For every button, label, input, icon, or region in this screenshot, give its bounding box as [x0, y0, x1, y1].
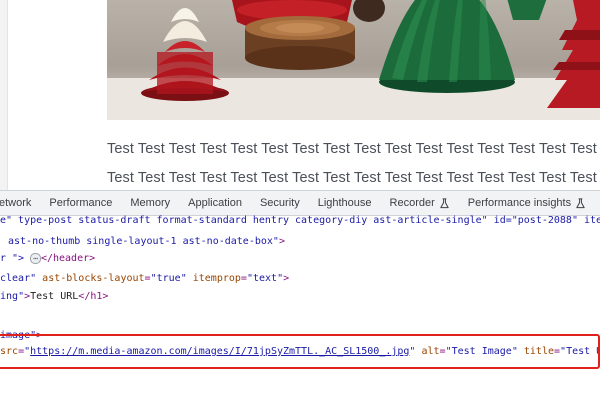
dom-node-img[interactable]: src="https://m.media-amazon.com/images/I… — [0, 343, 600, 361]
class-value: ast-no-thumb single-layout-1 ast-no-date… — [8, 236, 273, 247]
attr-tail: r "> — [0, 253, 25, 264]
attr-value: true — [156, 273, 181, 284]
attr-name: title — [523, 346, 554, 357]
dom-node-article[interactable]: e" type-post status-draft format-standar… — [0, 212, 600, 230]
dom-node-h1[interactable]: ing">Test URL</h1> — [0, 288, 600, 306]
elements-dom-tree: e" type-post status-draft format-standar… — [0, 215, 600, 401]
attr-name: src — [0, 346, 19, 357]
content-text-line: Test Test Test Test Test Test Test Test … — [107, 170, 597, 186]
attr-name: ast-blocks-layout — [42, 273, 145, 284]
hero-illustration — [107, 0, 600, 120]
dom-node-header[interactable]: r "> ⋯ </header> — [0, 250, 600, 268]
page-side-strip — [0, 0, 8, 190]
image-src-link[interactable]: https://m.media-amazon.com/images/I/71jp… — [30, 346, 409, 357]
green-candle-tree — [379, 0, 515, 93]
dom-node-entry-content[interactable]: clear" ast-blocks-layout="true" itemprop… — [0, 270, 600, 288]
dom-node-class[interactable]: ast-no-thumb single-layout-1 ast-no-date… — [8, 233, 600, 251]
closing-tag: </h1> — [78, 291, 109, 302]
web-page: Test Test Test Test Test Test Test Test … — [0, 0, 600, 190]
attr-name: alt — [421, 346, 440, 357]
closing-tag: </header> — [40, 253, 96, 264]
devtools-panel: etwork Performance Memory Application Se… — [0, 190, 600, 401]
collapsed-content-ellipsis[interactable]: ⋯ — [30, 252, 41, 264]
hero-image-christmas-trees — [107, 0, 600, 120]
dom-attribute-text: e" type-post status-draft format-standar… — [0, 215, 600, 226]
alt-value: Test Image — [451, 346, 512, 357]
red-candle-tree — [141, 8, 229, 101]
content-text-line: Test Test Test Test Test Test Test Test … — [107, 141, 597, 157]
flask-icon — [576, 197, 585, 208]
wood-slice — [245, 16, 355, 70]
title-value: Test URL — [566, 346, 600, 357]
attr-name: itemprop — [192, 273, 241, 284]
attr-value: ing — [0, 291, 19, 302]
h1-text: Test URL — [30, 291, 79, 302]
attr-value: text — [252, 273, 278, 284]
attr-value: clear — [0, 273, 31, 284]
attr-value: image — [0, 330, 31, 341]
flask-icon — [440, 197, 449, 208]
